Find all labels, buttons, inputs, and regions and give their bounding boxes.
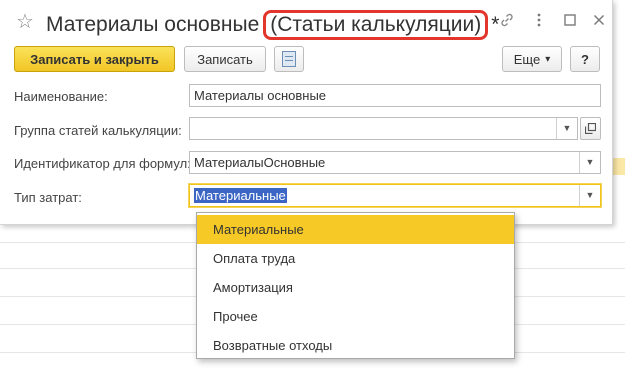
title-main: Материалы основные	[46, 13, 260, 36]
dropdown-option[interactable]: Возвратные отходы	[197, 331, 514, 360]
save-and-close-button[interactable]: Записать и закрыть	[14, 46, 175, 72]
title-bar: ☆ Материалы основные (Статьи калькуляции)…	[0, 0, 613, 44]
formula-id-label: Идентификатор для формул:	[14, 156, 191, 171]
save-button[interactable]: Записать	[184, 46, 266, 72]
open-window-icon	[585, 123, 596, 134]
more-label: Еще	[513, 51, 541, 67]
document-button[interactable]	[274, 46, 304, 72]
name-field[interactable]: Материалы основные	[189, 84, 601, 107]
star-icon[interactable]: ☆	[16, 10, 34, 34]
open-group-button[interactable]	[580, 117, 601, 140]
dropdown-option[interactable]: Материальные	[197, 215, 514, 244]
dropdown-option[interactable]: Оплата труда	[197, 244, 514, 273]
formula-id-field[interactable]: МатериалыОсновные ▼	[189, 151, 601, 174]
document-list-icon	[282, 51, 296, 67]
group-field[interactable]: ▼	[189, 117, 578, 140]
name-label: Наименование:	[14, 89, 108, 104]
close-icon[interactable]	[590, 12, 608, 30]
help-button[interactable]: ?	[570, 46, 600, 72]
cost-type-dropdown: Материальные Оплата труда Амортизация Пр…	[196, 212, 515, 359]
dropdown-option[interactable]: Амортизация	[197, 273, 514, 302]
more-menu-button[interactable]: Еще ▾	[502, 46, 562, 72]
cost-type-field[interactable]: Материальные ▼	[189, 184, 601, 207]
formula-id-value: МатериалыОсновные	[194, 155, 326, 170]
name-value: Материалы основные	[194, 88, 327, 103]
group-label: Группа статей калькуляции:	[14, 123, 182, 138]
chevron-down-icon: ▾	[545, 53, 551, 65]
dropdown-option[interactable]: Прочее	[197, 302, 514, 331]
toolbar: Записать и закрыть Записать Еще ▾ ?	[0, 46, 613, 74]
more-vertical-icon[interactable]	[530, 12, 548, 30]
title-subtitle: (Статьи калькуляции)	[263, 10, 489, 40]
window-title: Материалы основные (Статьи калькуляции) *	[46, 10, 499, 40]
dropdown-arrow-icon[interactable]: ▼	[579, 152, 600, 173]
form-window: ☆ Материалы основные (Статьи калькуляции)…	[0, 0, 613, 225]
dropdown-arrow-icon[interactable]: ▼	[556, 118, 577, 139]
cost-type-value: Материальные	[194, 188, 287, 203]
dropdown-arrow-icon[interactable]: ▼	[579, 185, 600, 206]
maximize-icon[interactable]	[561, 12, 579, 30]
cost-type-label: Тип затрат:	[14, 190, 82, 205]
link-icon[interactable]	[498, 12, 516, 30]
